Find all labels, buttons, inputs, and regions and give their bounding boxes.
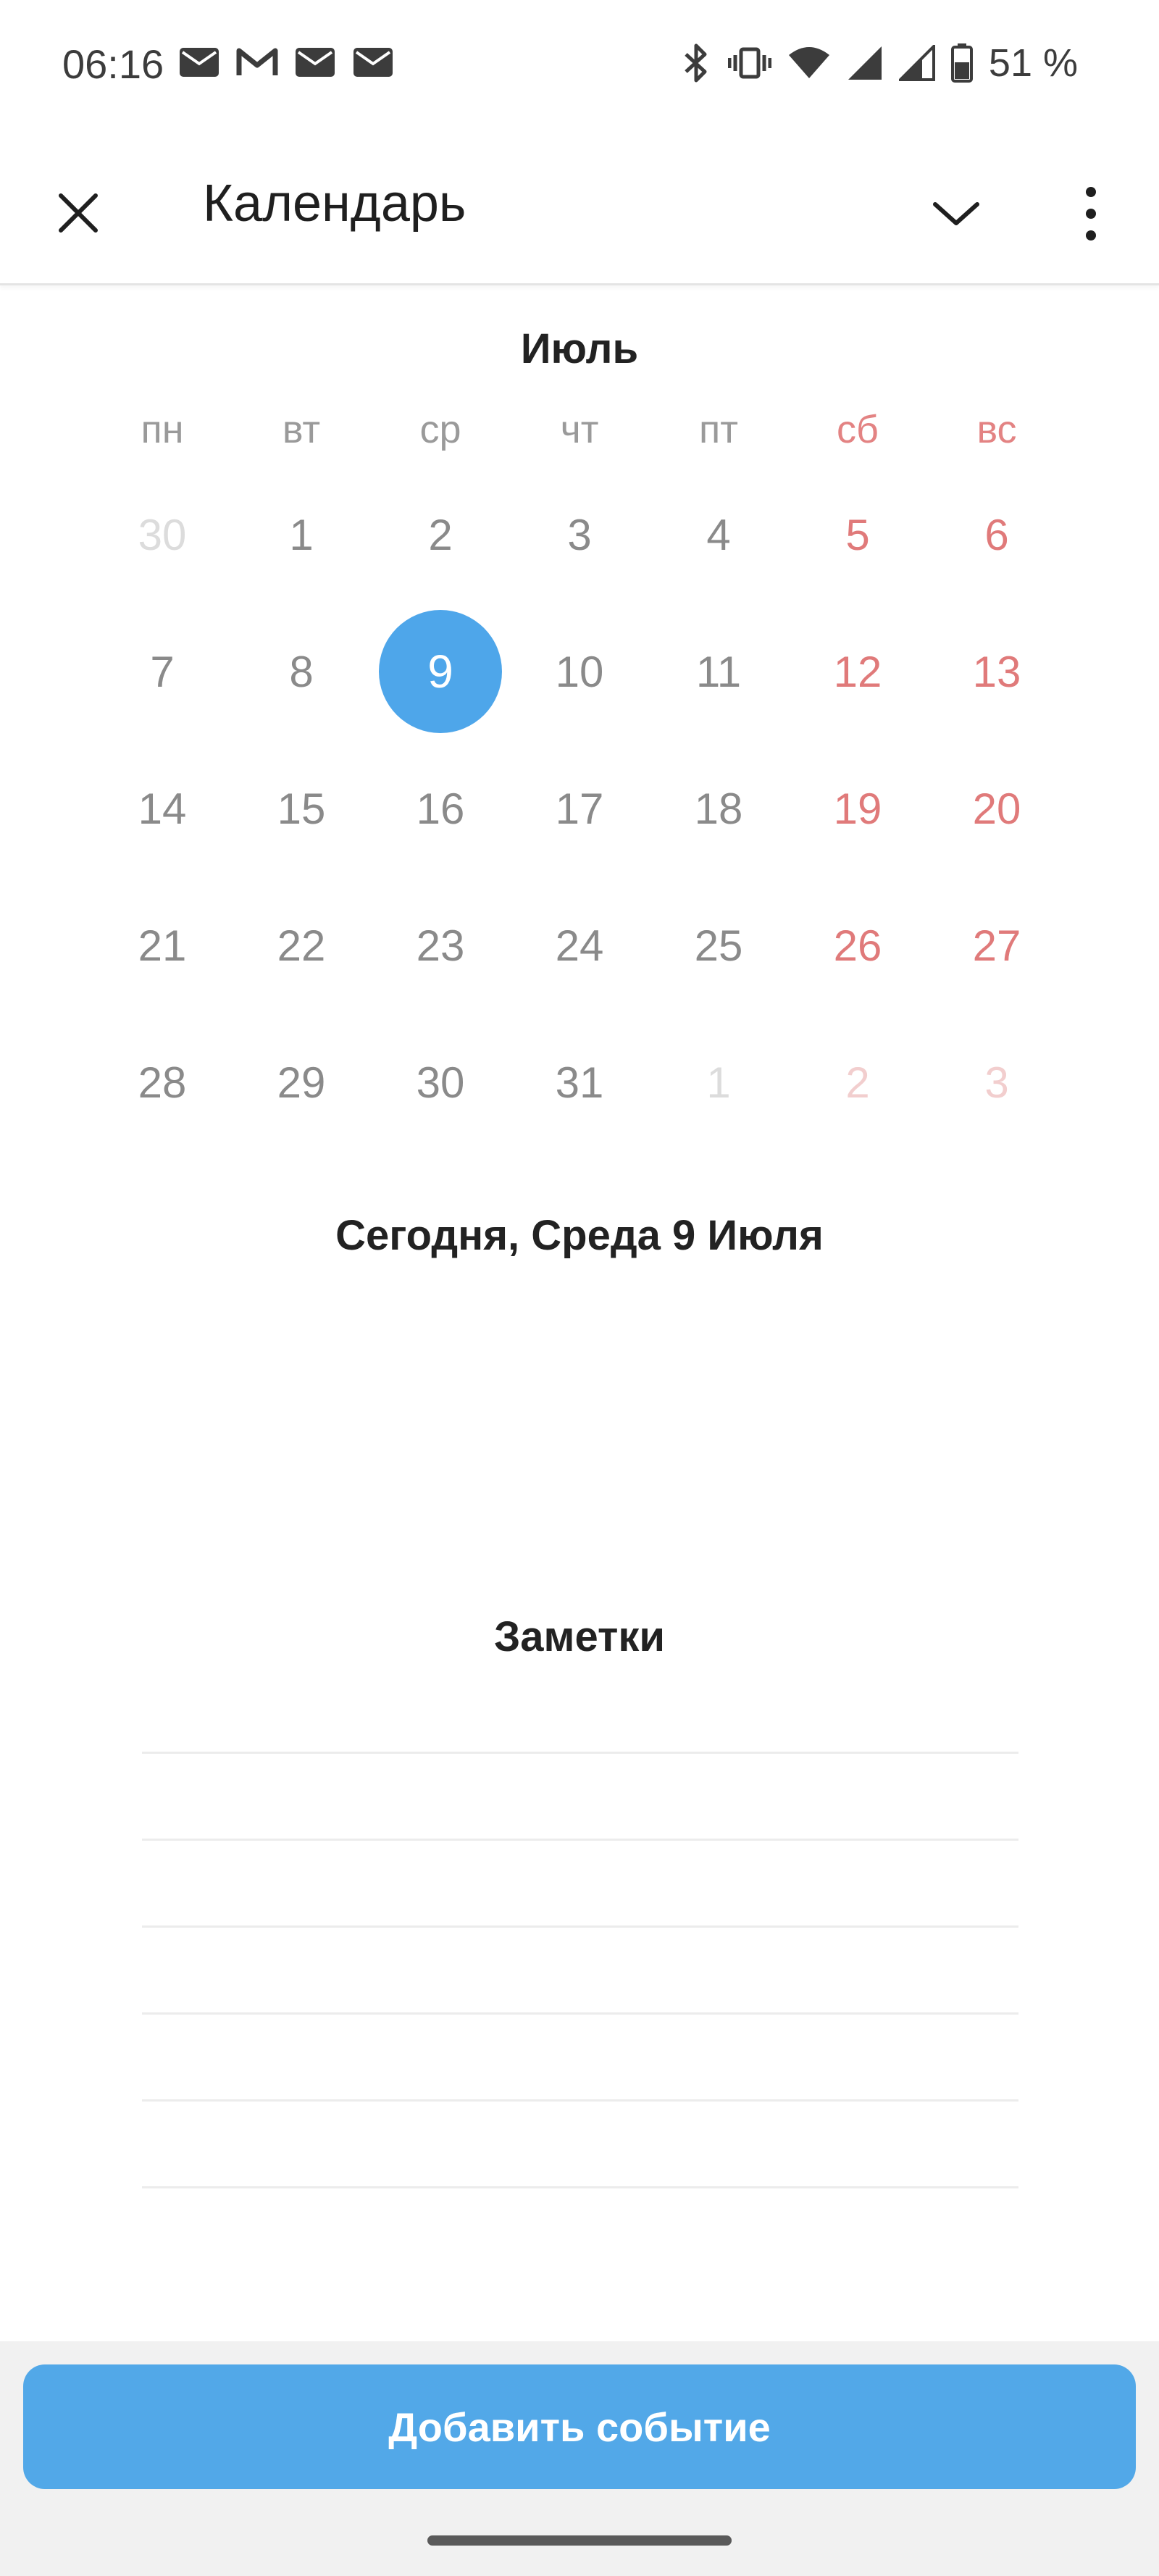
page-title: Календарь xyxy=(203,175,466,233)
calendar-day[interactable]: 5 xyxy=(788,488,927,581)
calendar-day[interactable]: 19 xyxy=(788,762,927,855)
bluetooth-icon xyxy=(685,43,707,83)
calendar-day[interactable]: 3 xyxy=(510,488,649,581)
calendar-day[interactable]: 2 xyxy=(788,1036,927,1129)
cell-signal-icon xyxy=(848,46,882,80)
calendar-day[interactable]: 11 xyxy=(649,625,788,718)
calendar-screen: 06:16 51 % Календарь Июль пн вт ср чт пт… xyxy=(0,0,1159,2576)
calendar-day[interactable]: 14 xyxy=(93,762,232,855)
calendar-day[interactable]: 18 xyxy=(649,762,788,855)
calendar-day[interactable]: 7 xyxy=(93,625,232,718)
note-line xyxy=(142,1925,1018,2012)
calendar-day[interactable]: 21 xyxy=(93,899,232,992)
mail-icon xyxy=(296,48,335,77)
month-title: Июль xyxy=(520,325,639,372)
weekday-label: пт xyxy=(699,408,738,451)
calendar-day[interactable]: 1 xyxy=(649,1036,788,1129)
calendar-day[interactable]: 30 xyxy=(93,488,232,581)
mail-icon xyxy=(353,48,393,77)
calendar-day[interactable]: 27 xyxy=(927,899,1066,992)
calendar-day[interactable]: 16 xyxy=(371,762,510,855)
calendar-day[interactable]: 24 xyxy=(510,899,649,992)
calendar-day[interactable]: 28 xyxy=(93,1036,232,1129)
calendar-day[interactable]: 3 xyxy=(927,1036,1066,1129)
cell-signal-icon xyxy=(898,45,935,81)
close-icon xyxy=(59,193,98,233)
calendar-day[interactable]: 8 xyxy=(232,625,371,718)
chevron-down-icon xyxy=(933,202,979,225)
calendar-day[interactable]: 10 xyxy=(510,625,649,718)
add-event-button[interactable]: Добавить событие xyxy=(23,2364,1136,2489)
weekday-header: пн вт ср чт пт сб вс xyxy=(93,407,1066,452)
calendar-day[interactable]: 6 xyxy=(927,488,1066,581)
app-bar: Календарь xyxy=(0,127,1159,285)
calendar-day[interactable]: 4 xyxy=(649,488,788,581)
calendar-day[interactable]: 29 xyxy=(232,1036,371,1129)
calendar-day[interactable]: 26 xyxy=(788,899,927,992)
notification-icons xyxy=(178,46,394,78)
more-vert-icon xyxy=(1086,187,1096,241)
note-line xyxy=(142,2186,1018,2273)
weekday-label: сб xyxy=(837,408,879,451)
calendar-day[interactable]: 12 xyxy=(788,625,927,718)
calendar-day[interactable]: 17 xyxy=(510,762,649,855)
weekday-label: ср xyxy=(419,408,461,451)
note-line xyxy=(142,1752,1018,1839)
calendar-day[interactable]: 2 xyxy=(371,488,510,581)
calendar-day[interactable]: 22 xyxy=(232,899,371,992)
selected-day-number: 9 xyxy=(379,610,502,733)
calendar-day[interactable]: 31 xyxy=(510,1036,649,1129)
mail-icon xyxy=(180,48,219,77)
today-label: Сегодня, Среда 9 Июля xyxy=(335,1212,824,1259)
more-options-button[interactable] xyxy=(1055,174,1127,254)
weekday-label: чт xyxy=(560,408,599,451)
weekday-label: вс xyxy=(976,408,1017,451)
note-line xyxy=(142,1839,1018,1925)
battery-icon xyxy=(950,43,973,83)
status-time: 06:16 xyxy=(62,41,164,87)
calendar-day[interactable]: 15 xyxy=(232,762,371,855)
home-indicator[interactable] xyxy=(427,2535,732,2546)
note-line xyxy=(142,2012,1018,2099)
wifi-icon xyxy=(788,47,829,78)
close-button[interactable] xyxy=(43,178,113,248)
expand-button[interactable] xyxy=(920,178,992,248)
note-line xyxy=(142,2099,1018,2186)
vibrate-icon xyxy=(727,47,771,79)
calendar-day[interactable]: 23 xyxy=(371,899,510,992)
weekday-label: пн xyxy=(141,408,184,451)
notes-area[interactable] xyxy=(142,1752,1018,2273)
status-bar: 06:16 51 % xyxy=(0,0,1159,127)
calendar-day[interactable]: 1 xyxy=(232,488,371,581)
calendar-day-selected[interactable]: 9 xyxy=(371,610,510,733)
weekday-label: вт xyxy=(282,408,321,451)
calendar-day[interactable]: 13 xyxy=(927,625,1066,718)
gmail-icon xyxy=(236,48,278,75)
calendar-grid: 30 1 2 3 4 5 6 7 8 9 10 11 12 13 14 15 1… xyxy=(93,488,1066,1173)
calendar-day[interactable]: 25 xyxy=(649,899,788,992)
system-icons: 51 % xyxy=(680,41,1078,85)
battery-percentage: 51 % xyxy=(988,41,1078,85)
calendar-day[interactable]: 20 xyxy=(927,762,1066,855)
notes-title: Заметки xyxy=(493,1613,666,1660)
calendar-day[interactable]: 30 xyxy=(371,1036,510,1129)
